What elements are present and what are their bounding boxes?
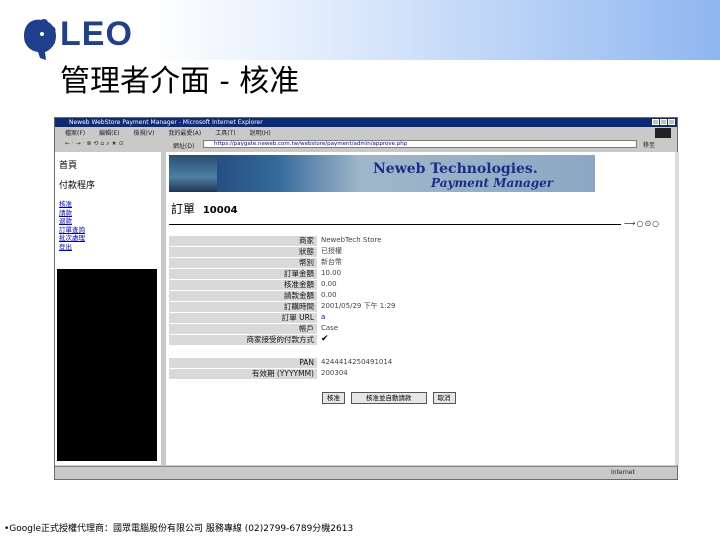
field-value: 0.00: [321, 280, 337, 288]
ie-logo-icon: [655, 128, 671, 138]
menu-file[interactable]: 檔案(F): [65, 128, 85, 137]
neweb-banner: Neweb Technologies. Payment Manager: [169, 155, 595, 192]
nav-home-link[interactable]: 首頁: [59, 158, 77, 171]
menu-help[interactable]: 說明(H): [250, 128, 271, 137]
field-label: 訂購時間: [169, 302, 317, 312]
menu-edit[interactable]: 編輯(E): [99, 128, 119, 137]
address-bar: ← · → · ⊗ ⟲ ⌂ ⌕ ★ ⊙ 網址(D) https://paygat…: [55, 138, 677, 150]
order-number: 10004: [202, 205, 238, 216]
banner-title: Neweb Technologies.: [373, 161, 538, 177]
field-value: NewebTech Store: [321, 236, 382, 244]
field-label: 商家接受的付款方式: [169, 335, 317, 345]
banner-subtitle: Payment Manager: [431, 176, 554, 190]
field-value: 4244414250491014: [321, 358, 393, 366]
menu-tools[interactable]: 工具(T): [215, 128, 235, 137]
close-button[interactable]: [668, 119, 675, 125]
header-gradient: [150, 0, 720, 60]
approve-and-capture-button[interactable]: 核准並自動請款: [351, 392, 427, 404]
table-row: 商家接受的付款方式 ✔: [169, 334, 589, 345]
left-frame-black-panel: [57, 269, 157, 461]
table-row: 訂單 URL a: [169, 313, 589, 323]
main-frame: Neweb Technologies. Payment Manager 訂單 1…: [166, 152, 675, 465]
window-titlebar: Neweb WebStore Payment Manager - Microso…: [55, 118, 677, 127]
field-label: 請款金額: [169, 291, 317, 301]
nav-link-batch[interactable]: 批次處理: [59, 234, 85, 243]
nav-link-capture[interactable]: 請款: [59, 209, 85, 218]
field-value: 新台幣: [321, 258, 342, 266]
table-row: 有效期 (YYYYMM) 200304: [169, 369, 589, 379]
table-row: 訂購時間 2001/05/29 下午 1:29: [169, 302, 589, 312]
maximize-button[interactable]: [660, 119, 667, 125]
field-value: Case: [321, 324, 339, 332]
table-row: PAN 4244414250491014: [169, 358, 589, 368]
nav-link-logout[interactable]: 登出: [59, 243, 85, 252]
menu-favorites[interactable]: 我的最愛(A): [168, 128, 201, 137]
nav-link-order-search[interactable]: 訂單查詢: [59, 226, 85, 235]
field-label: 狀態: [169, 247, 317, 257]
table-row: 商家 NewebTech Store: [169, 236, 589, 246]
field-value: 已授權: [321, 247, 342, 255]
table-row: 幣別 新台幣: [169, 258, 589, 268]
divider: [169, 224, 621, 225]
field-value: 0.00: [321, 291, 337, 299]
divider-ornament-icon: ⟶○⊙○: [624, 219, 661, 228]
scrollbar[interactable]: [675, 152, 679, 465]
field-label: 訂單金額: [169, 269, 317, 279]
nav-link-approve[interactable]: 核准: [59, 200, 85, 209]
nav-section-title: 付款程序: [59, 181, 96, 191]
field-label: 核准金額: [169, 280, 317, 290]
table-row: 請款金額 0.00: [169, 291, 589, 301]
status-bar: Internet: [55, 466, 677, 479]
field-value: 10.00: [321, 269, 342, 277]
left-nav-frame: 首頁 付款程序 核准 請款 退款 訂單查詢 批次處理 登出: [55, 152, 161, 465]
field-label: 訂單 URL: [169, 313, 317, 323]
order-heading: 訂單 10004: [171, 200, 238, 217]
address-input[interactable]: https://paygate.neweb.com.tw/webstore/pa…: [203, 140, 637, 148]
navigation-toolbar[interactable]: ← · → · ⊗ ⟲ ⌂ ⌕ ★ ⊙: [65, 140, 124, 148]
banner-photo: [169, 155, 217, 192]
menu-view[interactable]: 檢視(V): [134, 128, 155, 137]
approve-button[interactable]: 核准: [322, 392, 345, 404]
menu-bar: 檔案(F) 編輯(E) 檢視(V) 我的最愛(A) 工具(T) 說明(H): [55, 127, 677, 138]
field-label: 幣別: [169, 258, 317, 268]
cancel-button[interactable]: 取消: [432, 392, 456, 404]
browser-window: Neweb WebStore Payment Manager - Microso…: [54, 117, 679, 480]
field-label: 帳戶: [169, 324, 317, 334]
slide-footer: •Google正式授權代理商：國眾電腦股份有限公司 服務專線 (02)2799-…: [4, 524, 354, 534]
address-label: 網址(D): [173, 143, 195, 150]
checkmark-icon: ✔: [321, 334, 329, 344]
order-url-link[interactable]: a: [321, 313, 325, 323]
table-row: 帳戶 Case: [169, 324, 589, 334]
field-label: 有效期 (YYYYMM): [169, 369, 317, 379]
field-value: 2001/05/29 下午 1:29: [321, 302, 396, 310]
logo-text: LEO: [60, 15, 133, 53]
status-zone: Internet: [611, 469, 635, 476]
table-row: 訂單金額 10.00: [169, 269, 589, 279]
window-title: Neweb WebStore Payment Manager - Microso…: [69, 119, 263, 126]
field-label: PAN: [169, 358, 317, 368]
go-button[interactable]: 移至: [643, 140, 655, 149]
field-label: 商家: [169, 236, 317, 246]
page-title: 管理者介面 - 核准: [60, 64, 300, 99]
order-label: 訂單: [171, 202, 196, 216]
nav-links: 核准 請款 退款 訂單查詢 批次處理 登出: [59, 200, 85, 251]
minimize-button[interactable]: [652, 119, 659, 125]
action-buttons: 核准 核准並自動請款 取消: [322, 392, 456, 404]
table-row: 核准金額 0.00: [169, 280, 589, 290]
nav-link-refund[interactable]: 退款: [59, 217, 85, 226]
field-value: 200304: [321, 369, 348, 377]
table-row: 狀態 已授權: [169, 247, 589, 257]
